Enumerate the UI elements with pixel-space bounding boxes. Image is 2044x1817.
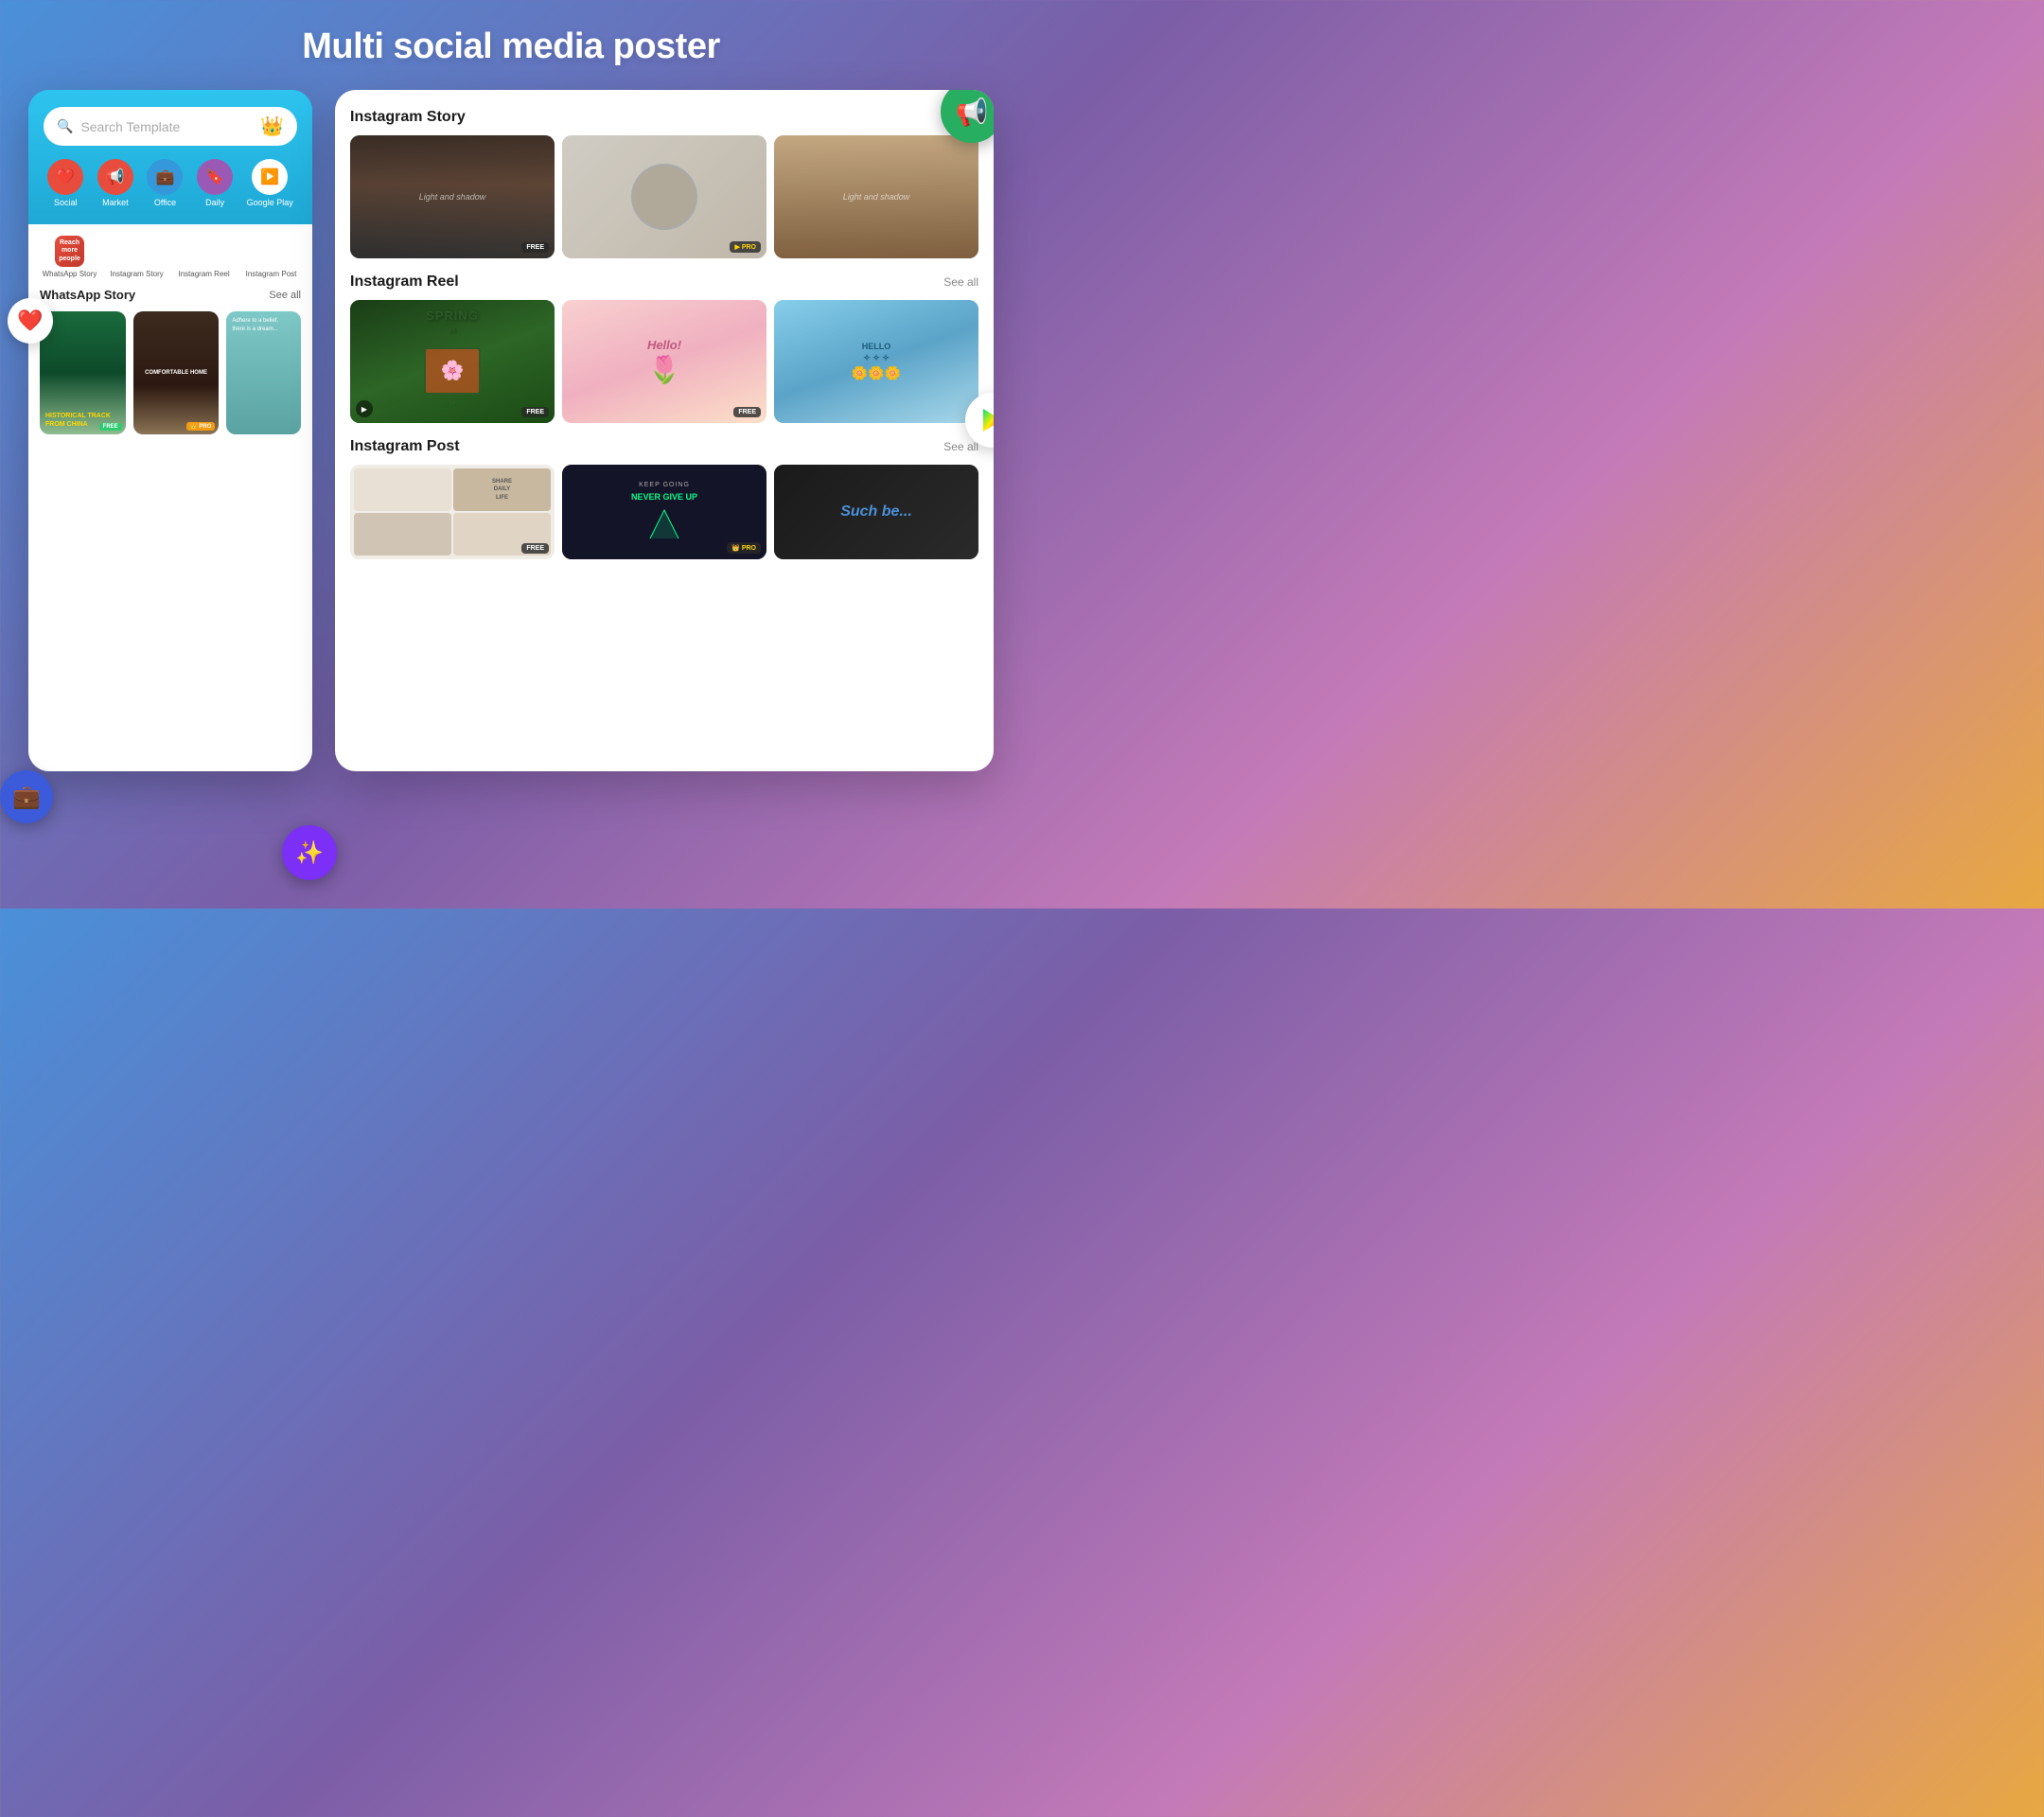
daily-icon: 🔖: [205, 168, 224, 186]
reel-thumb-2[interactable]: Hello! 🌷 FREE: [562, 300, 766, 423]
insta-story-text-3: Light and shadow: [839, 188, 914, 205]
insta-story-thumb-1[interactable]: Light and shadow FREE: [350, 135, 555, 258]
search-bar[interactable]: 🔍 Search Template 👑: [44, 107, 297, 146]
tab-office[interactable]: 💼 Office: [147, 159, 183, 207]
whatsapp-see-all[interactable]: See all: [269, 290, 301, 301]
instagram-story-grid: Light and shadow FREE ▶ PRO Light and sh…: [350, 135, 978, 258]
reel-hello-text: Hello!: [647, 338, 681, 352]
tab-google-play[interactable]: ▶️ Google Play: [247, 159, 293, 207]
reel-thumb-3[interactable]: HELLO✧ ✧ ✧ 🌼🌼🌼: [774, 300, 978, 423]
post-thumb-3[interactable]: Such be...: [774, 465, 978, 559]
wa-badge-free-1: FREE: [99, 423, 122, 431]
wa-thumb-2[interactable]: COMFORTABLE HOME 👑 PRO: [133, 311, 220, 434]
social-icon-circle: ❤️: [47, 159, 83, 195]
tab-google-label: Google Play: [247, 198, 293, 207]
float-star-icon: ✨: [282, 825, 337, 880]
float-briefcase-icon: 💼: [0, 770, 53, 823]
wa-thumb-3[interactable]: Adhere to a belief,there is a dream...: [226, 311, 301, 434]
post-badge-free-1: FREE: [521, 543, 549, 554]
whatsapp-section-header: WhatsApp Story See all: [40, 288, 301, 302]
tab-office-label: Office: [154, 198, 176, 207]
insta-story-thumb-2[interactable]: ▶ PRO: [562, 135, 766, 258]
thumb-label-instagram-reel: Instagram Reel: [178, 270, 229, 278]
phone-panel: ❤️ 💼 ✨ 🔍 Search Template 👑 ❤️: [28, 90, 312, 908]
instagram-story-header: Instagram Story See all: [350, 109, 978, 126]
tab-daily[interactable]: 🔖 Daily: [197, 159, 233, 207]
office-icon-circle: 💼: [147, 159, 183, 195]
instagram-post-grid: SHAREDAILYLIFE FREE keep going NEVER GIV…: [350, 465, 978, 559]
instagram-reel-title: Instagram Reel: [350, 273, 459, 291]
instagram-story-title: Instagram Story: [350, 109, 466, 126]
reel-hello-small: HELLO✧ ✧ ✧: [862, 342, 891, 363]
category-tabs: ❤️ Social 📢 Market 💼 Offi: [44, 159, 297, 211]
float-heart-icon: ❤️: [8, 298, 53, 344]
instagram-reel-header: Instagram Reel See all: [350, 273, 978, 291]
instagram-post-see-all[interactable]: See all: [943, 440, 978, 453]
insta-story-badge-2: ▶ PRO: [730, 241, 761, 253]
tab-market-label: Market: [102, 198, 129, 207]
template-grid-row: Reachmorepeople WhatsApp Story Instagram…: [40, 236, 301, 278]
tab-social-label: Social: [54, 198, 78, 207]
google-play-icon: ▶️: [260, 168, 279, 186]
reel-thumb-1[interactable]: SPRING " 🌸 " ▶ FREE: [350, 300, 555, 423]
insta-story-badge-1: FREE: [521, 242, 549, 253]
instagram-post-section: Instagram Post See all SHAREDAILYLIFE FR…: [350, 438, 978, 559]
tab-daily-label: Daily: [205, 198, 224, 207]
reel-play-btn-1[interactable]: ▶: [356, 400, 373, 417]
social-icon: ❤️: [56, 168, 75, 186]
wa-thumb-2-text: COMFORTABLE HOME: [145, 370, 207, 376]
tab-social[interactable]: ❤️ Social: [47, 159, 83, 207]
thumb-label-instagram-story: Instagram Story: [110, 270, 163, 278]
phone-card: 🔍 Search Template 👑 ❤️ Social 📢: [28, 90, 312, 771]
instagram-post-title: Instagram Post: [350, 438, 460, 455]
reel-tulip-icon: 🌷: [648, 354, 681, 385]
wa-badge-pro-2: 👑 PRO: [186, 422, 216, 431]
post-thumb-1[interactable]: SHAREDAILYLIFE FREE: [350, 465, 555, 559]
google-icon-circle: ▶️: [252, 159, 288, 195]
thumb-label-instagram-post: Instagram Post: [246, 270, 297, 278]
main-content: ❤️ 💼 ✨ 🔍 Search Template 👑 ❤️: [0, 90, 1022, 908]
phone-header: 🔍 Search Template 👑 ❤️ Social 📢: [28, 90, 312, 224]
template-thumb-whatsapp[interactable]: Reachmorepeople: [55, 236, 84, 267]
instagram-reel-section: Instagram Reel See all SPRING " 🌸 " ▶ FR…: [350, 273, 978, 423]
instagram-story-section: Instagram Story See all Light and shadow…: [350, 109, 978, 258]
insta-story-text-1: Light and shadow: [415, 188, 490, 205]
post-never-give-up: NEVER GIVE UP: [631, 492, 697, 502]
search-icon: 🔍: [57, 118, 73, 134]
thumb-label-whatsapp: WhatsApp Story: [43, 270, 97, 278]
page-title: Multi social media poster: [302, 26, 720, 67]
post-thumb-2[interactable]: keep going NEVER GIVE UP 👑 PRO: [562, 465, 766, 559]
whatsapp-section-title: WhatsApp Story: [40, 288, 135, 302]
reel-badge-free-1: FREE: [521, 407, 549, 417]
market-icon-circle: 📢: [97, 159, 133, 195]
reel-badge-free-2: FREE: [733, 407, 761, 417]
insta-story-thumb-3[interactable]: Light and shadow: [774, 135, 978, 258]
daily-icon-circle: 🔖: [197, 159, 233, 195]
wa-thumb-1[interactable]: HISTORICAL TRACK FROM CHINA FREE: [40, 311, 126, 434]
post-script-text: Such be...: [840, 503, 912, 520]
phone-body: Reachmorepeople WhatsApp Story Instagram…: [28, 224, 312, 771]
office-icon: 💼: [156, 168, 175, 186]
tab-market[interactable]: 📢 Market: [97, 159, 133, 207]
crown-icon: 👑: [260, 115, 284, 138]
reel-daisy-icon: 🌼🌼🌼: [852, 365, 901, 381]
instagram-reel-grid: SPRING " 🌸 " ▶ FREE Hello! 🌷 FREE: [350, 300, 978, 423]
whatsapp-thumbs-row: HISTORICAL TRACK FROM CHINA FREE COMFORT…: [40, 311, 301, 434]
post-badge-pro-2: 👑 PRO: [727, 542, 761, 554]
reel-spring-text: SPRING: [426, 309, 479, 323]
instagram-post-header: Instagram Post See all: [350, 438, 978, 455]
right-panel: 📢 Instagram Story See all: [335, 90, 994, 771]
post-share-text: SHAREDAILYLIFE: [492, 478, 512, 502]
search-placeholder: Search Template: [80, 119, 253, 134]
market-icon: 📢: [106, 168, 125, 186]
instagram-reel-see-all[interactable]: See all: [943, 275, 978, 289]
